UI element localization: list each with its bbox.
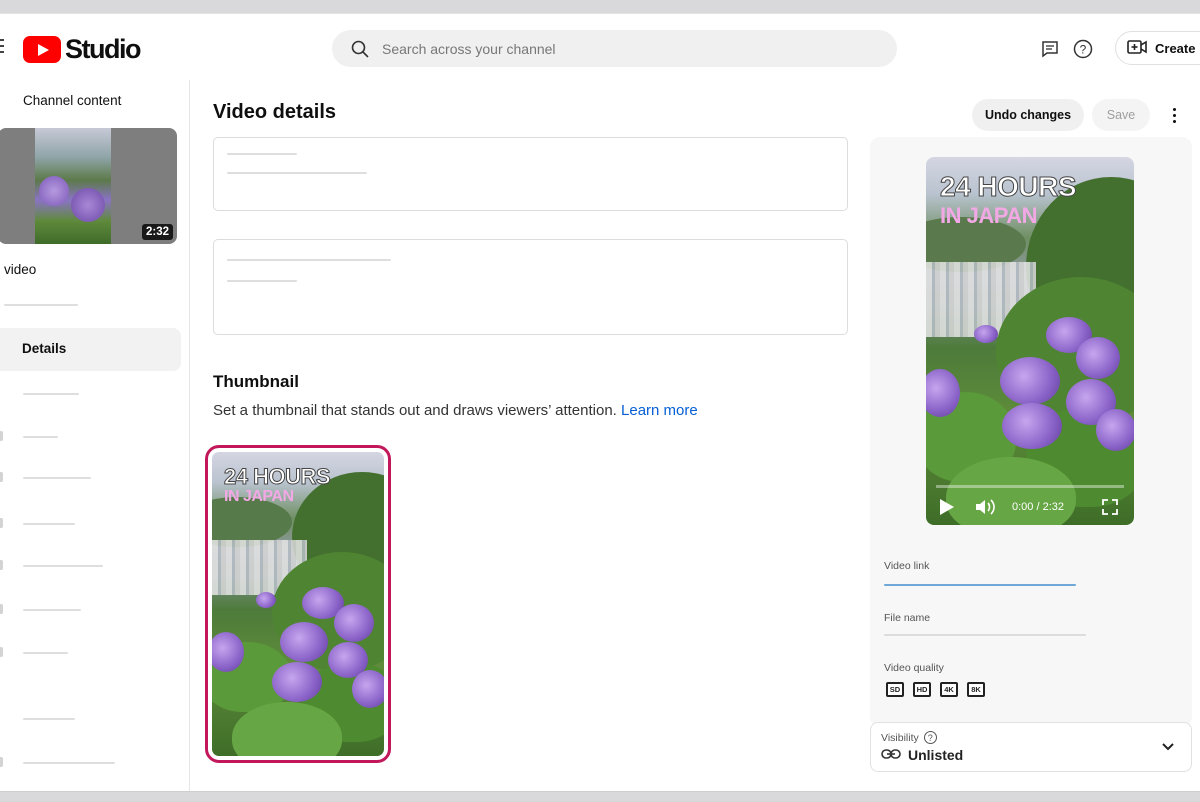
sidebar-item-placeholder[interactable] [0, 749, 190, 777]
page-title: Video details [213, 101, 337, 123]
sidebar-item-placeholder[interactable] [0, 552, 190, 580]
file-name-label: File name [884, 612, 931, 624]
studio-window: Studio Search across your channel ? Crea… [0, 13, 1200, 792]
visibility-dropdown[interactable]: Visibility ? Unlisted [870, 722, 1192, 772]
app-name: Studio [65, 34, 141, 64]
search-bar[interactable]: Search across your channel [332, 30, 897, 67]
quality-badges: SD HD 4K 8K [886, 682, 985, 697]
sidebar-item-placeholder[interactable] [0, 705, 190, 733]
sidebar-item-placeholder[interactable] [0, 510, 190, 538]
selected-thumbnail[interactable]: 24 HOURS IN JAPAN [205, 445, 391, 763]
create-label: Create [1155, 40, 1196, 56]
progress-bar[interactable] [936, 485, 1124, 488]
sidebar: Channel content 2:32 video Details [0, 80, 190, 791]
thumbnail-description: Set a thumbnail that stands out and draw… [213, 402, 698, 419]
placeholder-line [227, 172, 367, 174]
quality-badge-hd: HD [913, 682, 931, 697]
top-bar: Studio Search across your channel ? Crea… [0, 14, 1200, 80]
title-field[interactable] [213, 137, 848, 211]
quality-badge-8k: 8K [967, 682, 985, 697]
preview-overlay-line1: 24 HOURS [939, 171, 1077, 203]
thumbnail-overlay-line2: IN JAPAN [224, 488, 294, 505]
youtube-play-logo-icon [23, 36, 61, 63]
sidebar-item-placeholder[interactable] [0, 596, 190, 624]
video-preview-panel: 24 HOURS IN JAPAN 0:00 / 2:32 Video link… [870, 137, 1192, 727]
feedback-icon[interactable] [1039, 38, 1061, 60]
thumbnail-heading: Thumbnail [213, 372, 299, 391]
quality-badge-4k: 4K [940, 682, 958, 697]
search-input[interactable]: Search across your channel [382, 41, 556, 57]
visibility-label: Visibility [881, 731, 919, 744]
player-controls: 0:00 / 2:32 [926, 483, 1134, 525]
file-name-value [884, 634, 1086, 636]
more-vert-icon[interactable] [1165, 102, 1183, 128]
fullscreen-icon[interactable] [1100, 497, 1120, 517]
visibility-label-row: Visibility ? [881, 731, 937, 744]
learn-more-link[interactable]: Learn more [621, 402, 698, 419]
link-icon [881, 747, 901, 763]
sidebar-item-placeholder[interactable] [0, 639, 190, 667]
search-icon[interactable] [340, 30, 380, 67]
video-quality-label: Video quality [884, 662, 944, 674]
create-video-icon [1127, 39, 1147, 58]
thumbnail-image: 24 HOURS IN JAPAN [212, 452, 384, 756]
placeholder-line [227, 259, 391, 261]
thumbnail-image [35, 128, 111, 244]
sidebar-item-label: Details [22, 341, 67, 356]
video-link-value[interactable] [884, 584, 1076, 586]
video-link-label: Video link [884, 560, 930, 572]
description-field[interactable] [213, 239, 848, 335]
save-button[interactable]: Save [1092, 99, 1150, 131]
sidebar-video-title: video [4, 262, 37, 277]
channel-content-link[interactable]: Channel content [23, 93, 121, 108]
studio-logo[interactable]: Studio [23, 34, 141, 65]
chevron-down-icon[interactable] [1161, 740, 1175, 754]
volume-icon[interactable] [974, 497, 996, 517]
visibility-value-row: Unlisted [881, 747, 963, 763]
help-icon[interactable]: ? [1072, 38, 1094, 60]
playback-time: 0:00 / 2:32 [1012, 501, 1064, 513]
sidebar-item-details[interactable]: Details [0, 328, 181, 371]
play-icon[interactable] [940, 499, 954, 515]
thumbnail-description-text: Set a thumbnail that stands out and draw… [213, 402, 617, 419]
undo-changes-button[interactable]: Undo changes [972, 99, 1084, 131]
sidebar-item-placeholder[interactable] [0, 464, 190, 492]
quality-badge-sd: SD [886, 682, 904, 697]
placeholder-line [227, 153, 297, 155]
preview-overlay-line2: IN JAPAN [940, 203, 1038, 228]
sidebar-item-placeholder[interactable] [0, 423, 190, 451]
menu-icon[interactable] [0, 39, 4, 53]
help-circle-icon[interactable]: ? [923, 731, 937, 744]
placeholder-line [227, 280, 297, 282]
video-duration-badge: 2:32 [141, 224, 173, 240]
sidebar-video-thumbnail[interactable]: 2:32 [0, 128, 177, 244]
create-button[interactable]: Create [1115, 31, 1200, 65]
svg-text:?: ? [1080, 43, 1087, 57]
placeholder-line [4, 304, 78, 306]
thumbnail-overlay-line1: 24 HOURS [223, 464, 331, 490]
sidebar-item-placeholder[interactable] [0, 380, 190, 408]
video-player[interactable]: 24 HOURS IN JAPAN 0:00 / 2:32 [926, 157, 1134, 525]
visibility-value: Unlisted [908, 747, 964, 763]
